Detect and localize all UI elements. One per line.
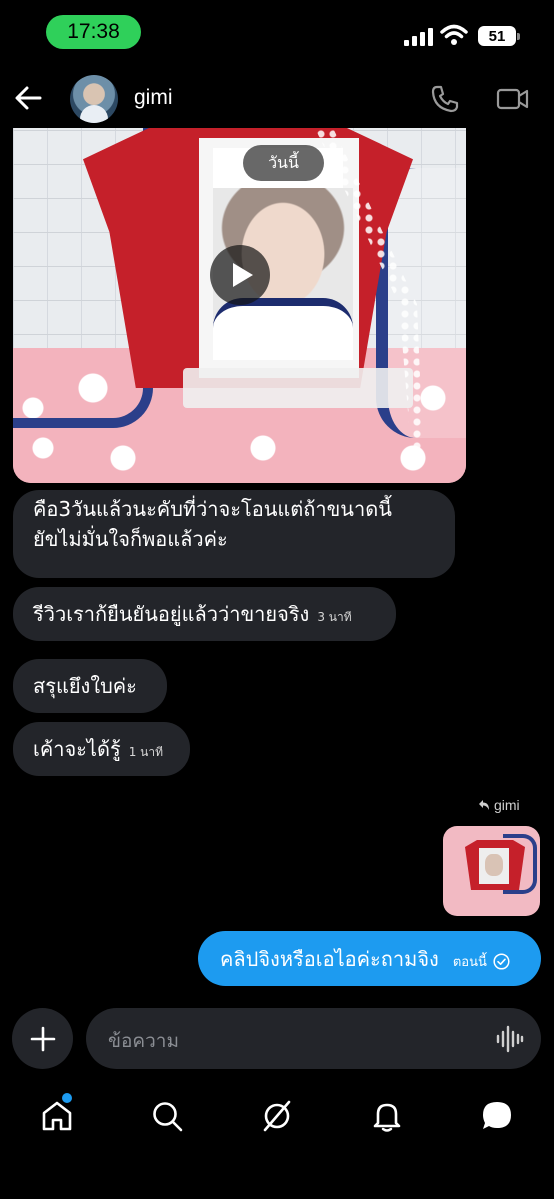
- message-text: คือ3วันแล้วนะคับที่ว่าจะโอนแต่ถ้าขนาดนี้: [33, 497, 392, 521]
- message-bubble[interactable]: สรุแยึงใบค่ะ: [13, 659, 167, 713]
- sent-message-bubble[interactable]: คลิปจิงหรือเอไอค่ะถามจิง ตอนนี้: [198, 931, 541, 986]
- message-bubble[interactable]: คือ3วันแล้วนะคับที่ว่าจะโอนแต่ถ้าขนาดนี้…: [13, 490, 455, 578]
- message-bubble[interactable]: รีวิวเราก้ยืนยันอยู่แล้วว่าขายจริง 3 นาท…: [13, 587, 396, 641]
- home-icon[interactable]: [40, 1099, 74, 1133]
- signal-icon: [404, 28, 433, 46]
- search-icon[interactable]: [150, 1099, 184, 1133]
- plus-icon: [30, 1026, 55, 1051]
- message-text: ยัขไม่มั่นใจก็พอแล้วค่ะ: [33, 527, 228, 551]
- wifi-icon: [440, 24, 468, 45]
- back-arrow-icon[interactable]: [14, 84, 44, 112]
- reply-reference: gimi: [478, 797, 520, 813]
- avatar[interactable]: [70, 75, 118, 123]
- date-label: วันนี้: [243, 145, 324, 181]
- message-timestamp: ตอนนี้: [452, 955, 487, 970]
- contact-name[interactable]: gimi: [134, 86, 173, 110]
- bell-icon[interactable]: [370, 1099, 404, 1133]
- message-timestamp: 1 นาที: [128, 745, 164, 759]
- message-input[interactable]: ข้อความ: [86, 1008, 541, 1069]
- message-timestamp: 3 นาที: [317, 610, 352, 624]
- audio-wave-icon[interactable]: [496, 1024, 524, 1054]
- message-placeholder: ข้อความ: [108, 1030, 179, 1052]
- reply-arrow-icon: [479, 800, 489, 810]
- grok-icon[interactable]: [260, 1099, 294, 1133]
- status-time: 17:38: [46, 15, 141, 49]
- reply-thumbnail[interactable]: [443, 826, 540, 916]
- reply-name: gimi: [494, 797, 520, 813]
- message-text: สรุแยึงใบค่ะ: [33, 674, 137, 698]
- video-icon[interactable]: [496, 85, 530, 113]
- message-text: รีวิวเราก้ยืนยันอยู่แล้วว่าขายจริง: [33, 602, 310, 626]
- battery-indicator: 51: [478, 26, 520, 46]
- video-message[interactable]: [13, 128, 466, 483]
- status-bar: 17:38 51: [0, 0, 554, 70]
- message-bubble[interactable]: เค้าจะได้รู้ 1 นาที: [13, 722, 190, 776]
- play-icon[interactable]: [210, 245, 270, 305]
- message-text: เค้าจะได้รู้: [33, 737, 121, 761]
- bottom-nav: [0, 1085, 554, 1155]
- phone-icon[interactable]: [430, 84, 460, 114]
- notification-dot: [62, 1093, 72, 1103]
- chat-icon[interactable]: [480, 1099, 514, 1133]
- check-circle-icon: [493, 953, 510, 970]
- message-text: คลิปจิงหรือเอไอค่ะถามจิง: [220, 946, 439, 971]
- chat-header: gimi: [0, 70, 554, 128]
- add-button[interactable]: [12, 1008, 73, 1069]
